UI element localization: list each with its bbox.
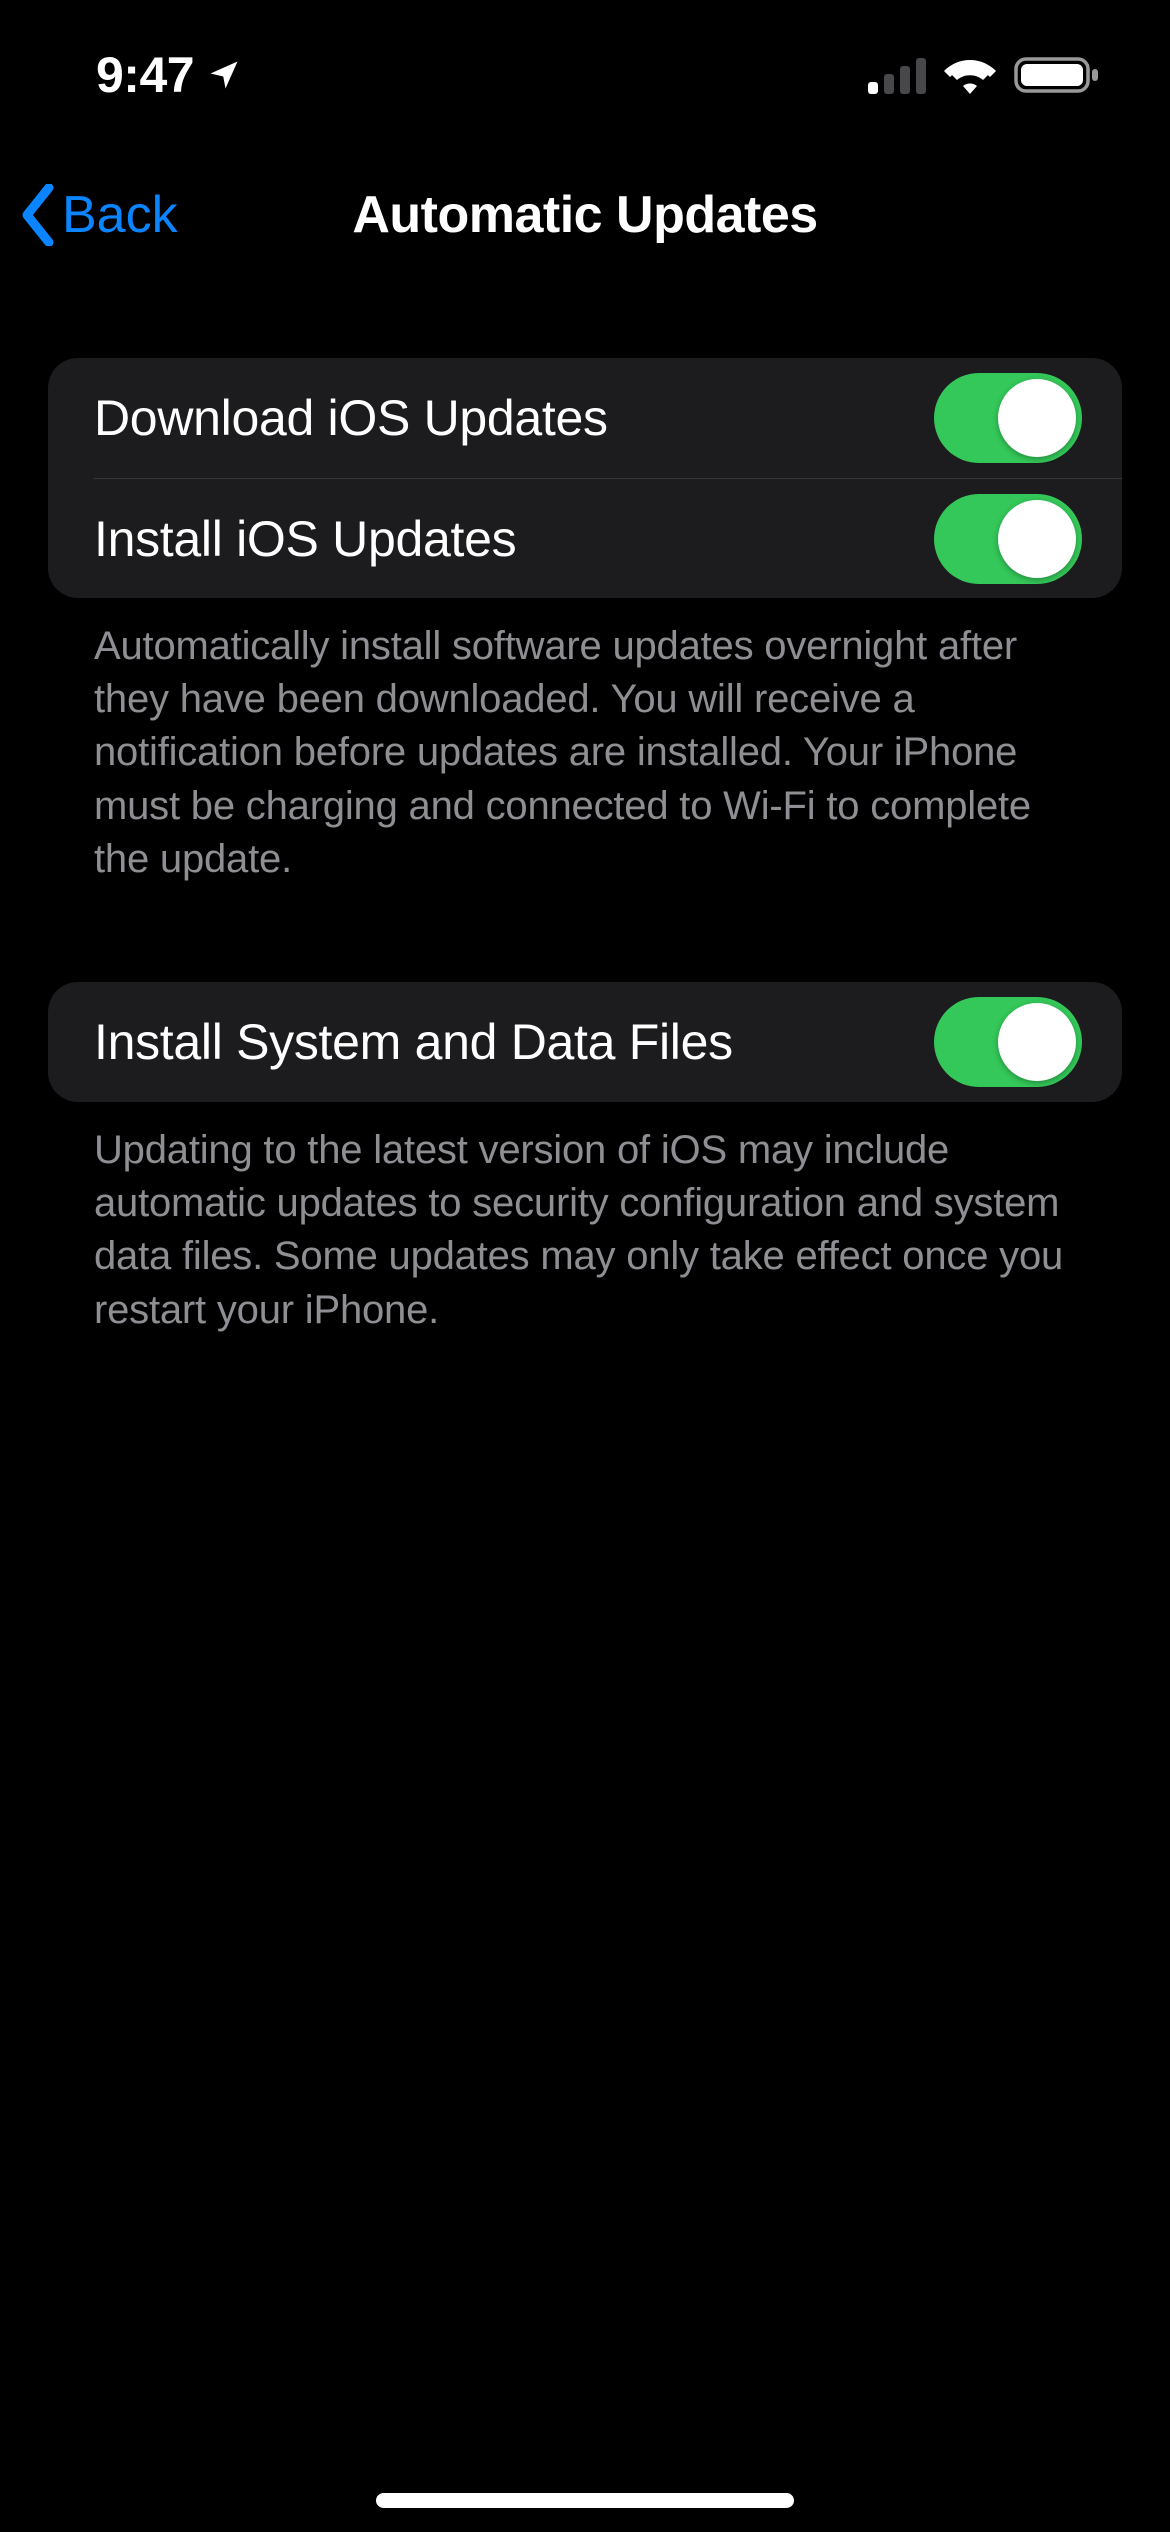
status-left: 9:47	[96, 46, 242, 104]
settings-group-system-data: Install System and Data Files	[48, 982, 1122, 1102]
status-bar: 9:47	[0, 0, 1170, 150]
page-title: Automatic Updates	[352, 185, 817, 245]
toggle-download-ios-updates[interactable]	[934, 373, 1082, 463]
group-footer: Automatically install software updates o…	[48, 598, 1122, 886]
chevron-left-icon	[18, 184, 58, 246]
row-label: Download iOS Updates	[94, 389, 608, 447]
status-time: 9:47	[96, 46, 194, 104]
row-install-ios-updates[interactable]: Install iOS Updates	[94, 478, 1122, 598]
status-right	[868, 55, 1100, 95]
content: Download iOS Updates Install iOS Updates…	[0, 280, 1170, 1337]
row-label: Install iOS Updates	[94, 510, 516, 568]
battery-icon	[1014, 55, 1100, 95]
row-download-ios-updates[interactable]: Download iOS Updates	[48, 358, 1122, 478]
toggle-install-system-data-files[interactable]	[934, 997, 1082, 1087]
back-button[interactable]: Back	[18, 184, 178, 246]
cellular-icon	[868, 56, 926, 94]
row-install-system-data-files[interactable]: Install System and Data Files	[48, 982, 1122, 1102]
toggle-install-ios-updates[interactable]	[934, 494, 1082, 584]
settings-group-ios-updates: Download iOS Updates Install iOS Updates	[48, 358, 1122, 598]
row-label: Install System and Data Files	[94, 1013, 733, 1071]
nav-bar: Back Automatic Updates	[0, 150, 1170, 280]
back-label: Back	[62, 185, 178, 245]
group-footer: Updating to the latest version of iOS ma…	[48, 1102, 1122, 1337]
home-indicator[interactable]	[376, 2493, 794, 2508]
wifi-icon	[944, 56, 996, 94]
location-icon	[206, 57, 242, 93]
